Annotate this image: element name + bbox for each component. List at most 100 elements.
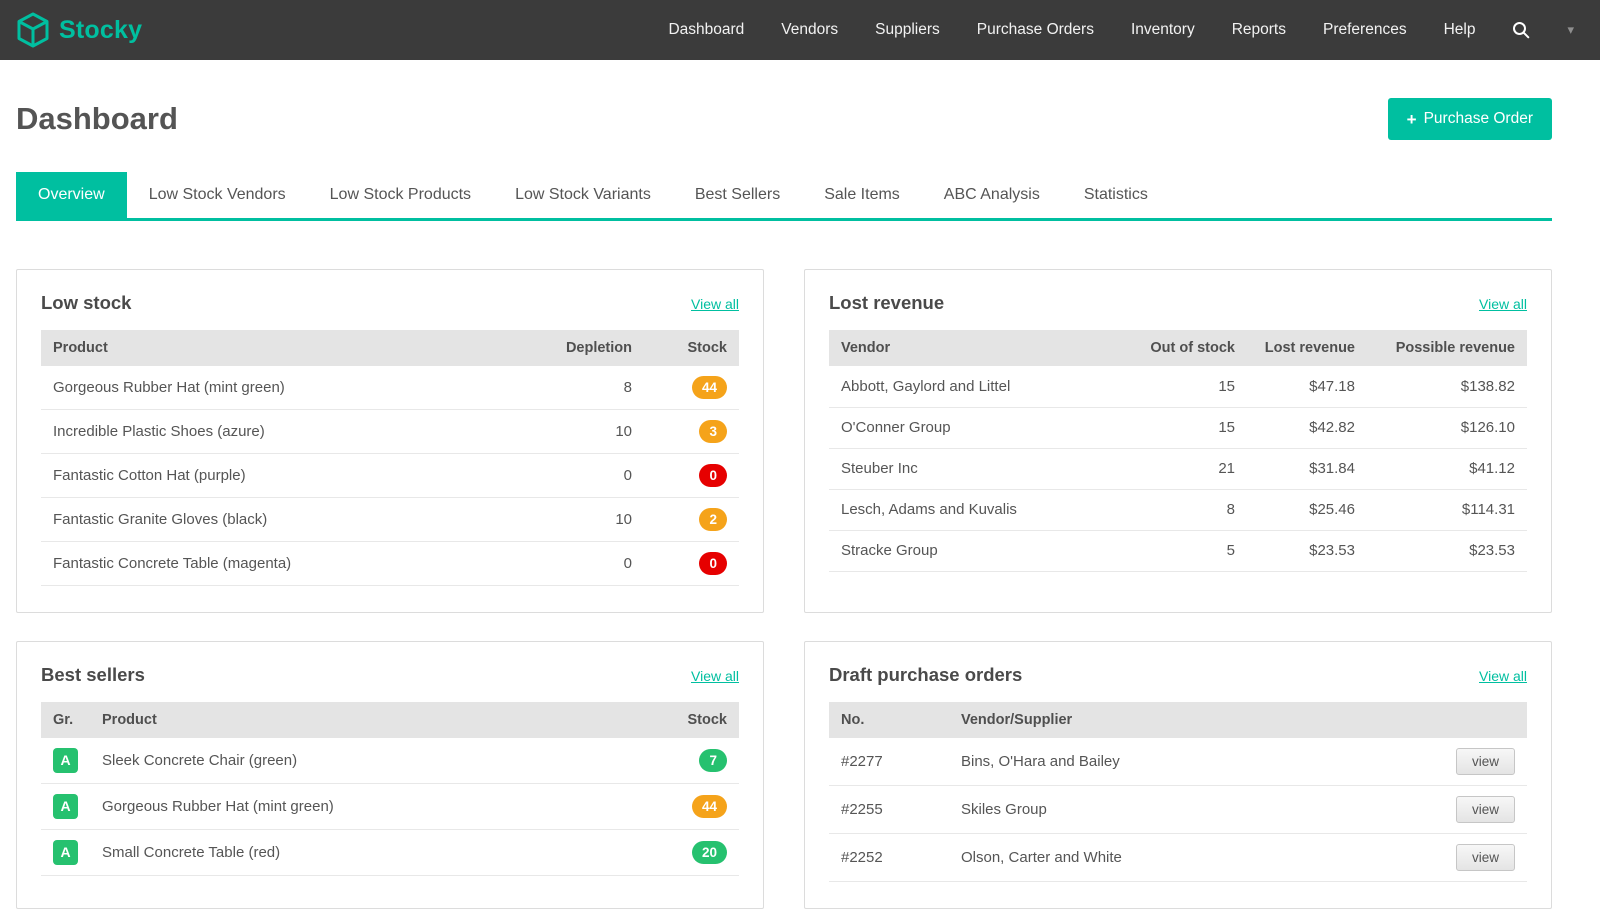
- nav-item-reports[interactable]: Reports: [1232, 21, 1286, 39]
- grade-badge: A: [53, 748, 78, 773]
- table-row: A Small Concrete Table (red) 20: [41, 830, 739, 876]
- top-navbar: Stocky Dashboard Vendors Suppliers Purch…: [0, 0, 1600, 60]
- main-content: Dashboard + Purchase Order Overview Low …: [0, 98, 1600, 909]
- view-button[interactable]: view: [1456, 796, 1515, 823]
- vendor-name: Stracke Group: [829, 530, 1127, 571]
- card-title: Draft purchase orders: [829, 664, 1022, 686]
- nav-menu: Dashboard Vendors Suppliers Purchase Ord…: [668, 21, 1574, 39]
- possible-revenue-value: $138.82: [1367, 366, 1527, 407]
- chevron-down-icon[interactable]: ▾: [1567, 22, 1574, 38]
- view-button[interactable]: view: [1456, 844, 1515, 871]
- view-all-link[interactable]: View all: [1479, 668, 1527, 684]
- card-title: Best sellers: [41, 664, 145, 686]
- stock-badge: 20: [692, 841, 727, 864]
- column-header: Lost revenue: [1247, 330, 1367, 366]
- view-all-link[interactable]: View all: [1479, 296, 1527, 312]
- table-row: Fantastic Concrete Table (magenta) 0 0: [41, 542, 739, 586]
- tab-low-stock-variants[interactable]: Low Stock Variants: [493, 172, 673, 218]
- view-all-link[interactable]: View all: [691, 668, 739, 684]
- table-row: #2255 Skiles Group view: [829, 786, 1527, 834]
- possible-revenue-value: $126.10: [1367, 407, 1527, 448]
- low-stock-table: Product Depletion Stock Gorgeous Rubber …: [41, 330, 739, 586]
- column-header: Vendor: [829, 330, 1127, 366]
- table-row: #2252 Olson, Carter and White view: [829, 834, 1527, 882]
- column-header: Stock: [644, 330, 739, 366]
- column-header: Possible revenue: [1367, 330, 1527, 366]
- depletion-value: 10: [524, 410, 644, 454]
- view-button[interactable]: view: [1456, 748, 1515, 775]
- stocky-box-icon: [16, 12, 50, 48]
- product-name: Small Concrete Table (red): [90, 830, 644, 876]
- vendor-name: O'Conner Group: [829, 407, 1127, 448]
- column-header: Stock: [644, 702, 739, 738]
- grade-badge: A: [53, 840, 78, 865]
- out-of-stock-value: 8: [1127, 489, 1247, 530]
- lost-revenue-value: $47.18: [1247, 366, 1367, 407]
- tab-statistics[interactable]: Statistics: [1062, 172, 1170, 218]
- vendor-name: Bins, O'Hara and Bailey: [949, 738, 1437, 786]
- product-name: Fantastic Cotton Hat (purple): [41, 454, 524, 498]
- column-header: [1437, 702, 1527, 738]
- product-name: Incredible Plastic Shoes (azure): [41, 410, 524, 454]
- new-purchase-order-button[interactable]: + Purchase Order: [1388, 98, 1552, 140]
- tab-sale-items[interactable]: Sale Items: [802, 172, 922, 218]
- view-all-link[interactable]: View all: [691, 296, 739, 312]
- column-header: Vendor/Supplier: [949, 702, 1437, 738]
- card-title: Low stock: [41, 292, 131, 314]
- nav-item-suppliers[interactable]: Suppliers: [875, 21, 940, 39]
- column-header: Product: [90, 702, 644, 738]
- po-number: #2255: [829, 786, 949, 834]
- column-header: Depletion: [524, 330, 644, 366]
- possible-revenue-value: $114.31: [1367, 489, 1527, 530]
- table-row: Incredible Plastic Shoes (azure) 10 3: [41, 410, 739, 454]
- vendor-name: Steuber Inc: [829, 448, 1127, 489]
- table-row: Gorgeous Rubber Hat (mint green) 8 44: [41, 366, 739, 410]
- table-row: Fantastic Granite Gloves (black) 10 2: [41, 498, 739, 542]
- table-row: Lesch, Adams and Kuvalis 8 $25.46 $114.3…: [829, 489, 1527, 530]
- tab-overview[interactable]: Overview: [16, 172, 127, 218]
- new-purchase-order-label: Purchase Order: [1424, 110, 1533, 128]
- stock-badge: 44: [692, 795, 727, 818]
- product-name: Sleek Concrete Chair (green): [90, 738, 644, 784]
- table-row: Stracke Group 5 $23.53 $23.53: [829, 530, 1527, 571]
- table-row: A Gorgeous Rubber Hat (mint green) 44: [41, 784, 739, 830]
- nav-item-help[interactable]: Help: [1444, 21, 1476, 39]
- tab-best-sellers[interactable]: Best Sellers: [673, 172, 802, 218]
- nav-item-inventory[interactable]: Inventory: [1131, 21, 1195, 39]
- tab-abc-analysis[interactable]: ABC Analysis: [922, 172, 1062, 218]
- nav-item-purchase-orders[interactable]: Purchase Orders: [977, 21, 1094, 39]
- possible-revenue-value: $23.53: [1367, 530, 1527, 571]
- tab-low-stock-vendors[interactable]: Low Stock Vendors: [127, 172, 308, 218]
- page-header: Dashboard + Purchase Order: [16, 98, 1552, 140]
- table-row: Abbott, Gaylord and Littel 15 $47.18 $13…: [829, 366, 1527, 407]
- grade-badge: A: [53, 794, 78, 819]
- vendor-name: Skiles Group: [949, 786, 1437, 834]
- column-header: Gr.: [41, 702, 90, 738]
- lost-revenue-value: $25.46: [1247, 489, 1367, 530]
- table-row: Steuber Inc 21 $31.84 $41.12: [829, 448, 1527, 489]
- vendor-name: Abbott, Gaylord and Littel: [829, 366, 1127, 407]
- nav-item-dashboard[interactable]: Dashboard: [668, 21, 744, 39]
- table-row: A Sleek Concrete Chair (green) 7: [41, 738, 739, 784]
- depletion-value: 0: [524, 454, 644, 498]
- stock-badge: 0: [699, 552, 727, 575]
- search-icon[interactable]: [1512, 21, 1530, 39]
- nav-item-vendors[interactable]: Vendors: [781, 21, 838, 39]
- best-sellers-table: Gr. Product Stock A Sleek Concrete Chair…: [41, 702, 739, 876]
- draft-purchase-orders-table: No. Vendor/Supplier #2277 Bins, O'Hara a…: [829, 702, 1527, 882]
- depletion-value: 0: [524, 542, 644, 586]
- po-number: #2252: [829, 834, 949, 882]
- column-header: No.: [829, 702, 949, 738]
- product-name: Fantastic Granite Gloves (black): [41, 498, 524, 542]
- stock-badge: 0: [699, 464, 727, 487]
- lost-revenue-value: $42.82: [1247, 407, 1367, 448]
- tab-low-stock-products[interactable]: Low Stock Products: [308, 172, 493, 218]
- lost-revenue-table: Vendor Out of stock Lost revenue Possibl…: [829, 330, 1527, 572]
- product-name: Gorgeous Rubber Hat (mint green): [90, 784, 644, 830]
- vendor-name: Olson, Carter and White: [949, 834, 1437, 882]
- brand-logo[interactable]: Stocky: [16, 12, 142, 48]
- nav-item-preferences[interactable]: Preferences: [1323, 21, 1407, 39]
- lost-revenue-value: $23.53: [1247, 530, 1367, 571]
- out-of-stock-value: 5: [1127, 530, 1247, 571]
- column-header: Out of stock: [1127, 330, 1247, 366]
